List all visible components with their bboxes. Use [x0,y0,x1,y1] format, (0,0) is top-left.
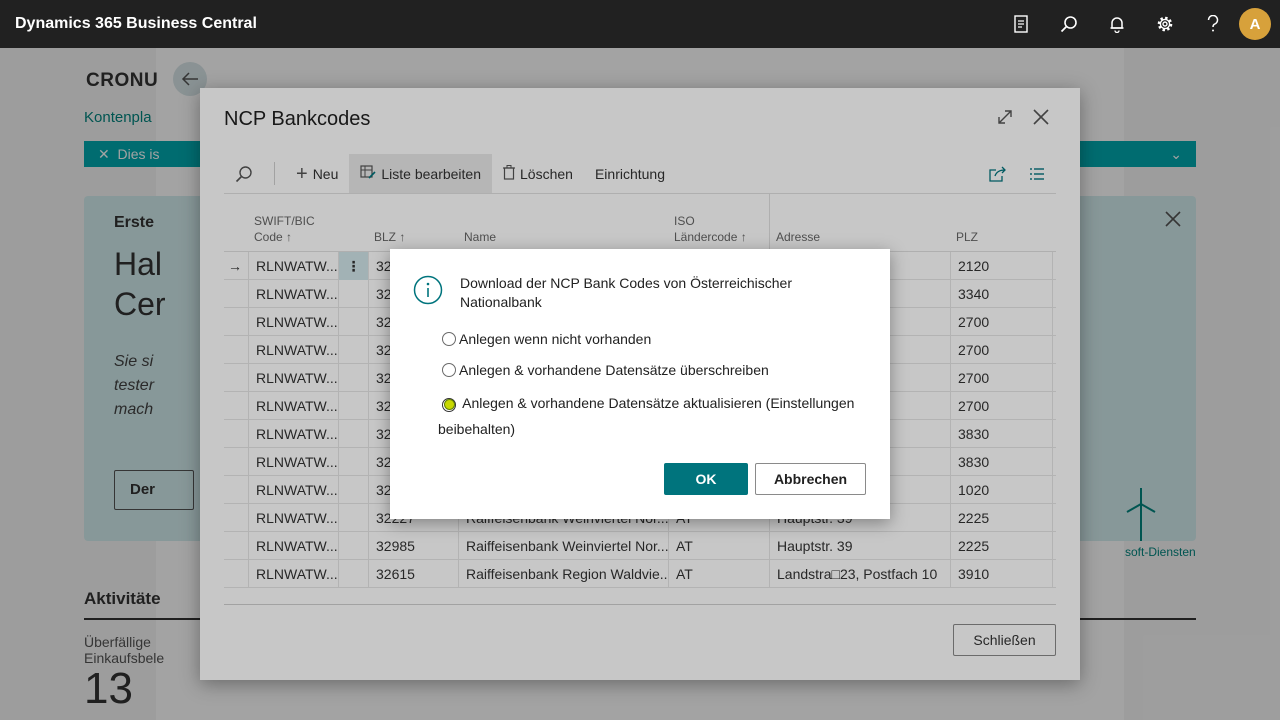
option-create-if-missing[interactable]: Anlegen wenn nicht vorhanden [442,331,651,347]
radio-button[interactable] [442,332,456,346]
radio-button-selected[interactable] [442,397,456,412]
app-title[interactable]: Dynamics 365 Business Central [0,15,257,33]
option-label: Anlegen wenn nicht vorhanden [459,331,652,347]
radio-button[interactable] [442,363,456,377]
help-icon[interactable] [1189,0,1237,48]
info-icon [413,275,443,308]
option-create-update[interactable]: Anlegen & vorhandene Datensätze aktualis… [438,390,868,442]
app-bar: Dynamics 365 Business Central A [0,0,1280,48]
option-label: Anlegen & vorhandene Datensätze aktualis… [438,395,855,437]
report-icon[interactable] [997,0,1045,48]
dialog-message: Download der NCP Bank Codes von Österrei… [460,275,793,310]
ok-button[interactable]: OK [664,463,748,495]
cancel-button[interactable]: Abbrechen [755,463,866,495]
download-options-dialog: Download der NCP Bank Codes von Österrei… [390,249,890,519]
search-icon[interactable] [1045,0,1093,48]
gear-icon[interactable] [1141,0,1189,48]
bell-icon[interactable] [1093,0,1141,48]
option-label: Anlegen & vorhandene Datensätze überschr… [459,362,769,378]
option-create-overwrite[interactable]: Anlegen & vorhandene Datensätze überschr… [442,362,769,378]
avatar[interactable]: A [1239,8,1271,40]
